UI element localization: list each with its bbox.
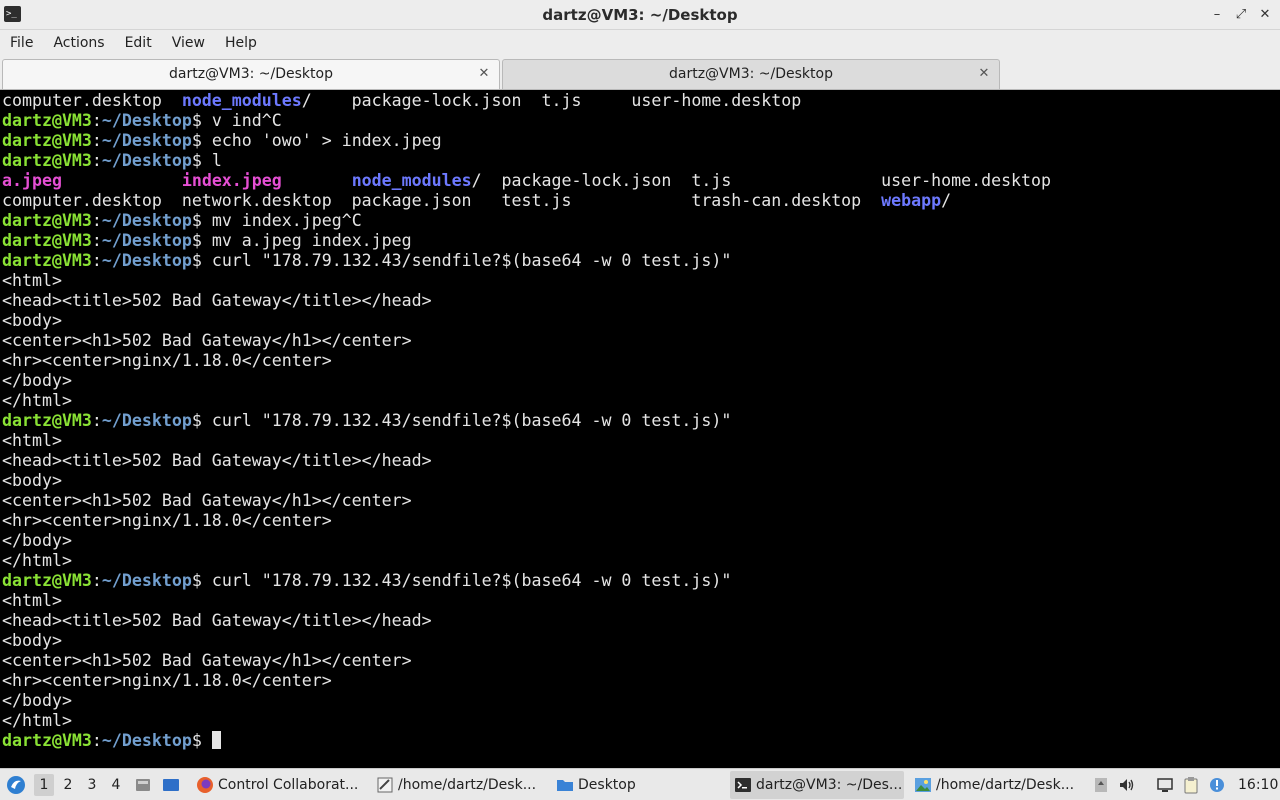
window-controls: – ⤢ ✕ <box>1208 0 1274 30</box>
ls-output-line: computer.desktop node_modules/ package-l… <box>2 91 802 110</box>
tab-bar: dartz@VM3: ~/Desktop ✕ dartz@VM3: ~/Desk… <box>0 56 1280 90</box>
show-desktop-icon[interactable] <box>162 776 180 794</box>
window-title: dartz@VM3: ~/Desktop <box>542 6 738 24</box>
image-viewer-icon <box>915 778 931 792</box>
ls-output-line: computer.desktop network.desktop package… <box>2 191 952 210</box>
workspace-1[interactable]: 1 <box>34 774 54 796</box>
title-bar: >_ dartz@VM3: ~/Desktop – ⤢ ✕ <box>0 0 1280 30</box>
ls-output-line: a.jpeg index.jpeg node_modules/ package-… <box>2 171 1052 190</box>
taskbar: 1 2 3 4 Control Collaborat... /home/dart… <box>0 768 1280 800</box>
task-terminal[interactable]: dartz@VM3: ~/Des... <box>730 771 904 799</box>
output-line: <html> <box>2 431 62 450</box>
menu-help[interactable]: Help <box>215 30 267 56</box>
tab-label: dartz@VM3: ~/Desktop <box>669 66 833 82</box>
file-manager-launcher-icon[interactable] <box>134 776 152 794</box>
output-line: <center><h1>502 Bad Gateway</h1></center… <box>2 651 412 670</box>
menu-edit[interactable]: Edit <box>115 30 162 56</box>
close-button[interactable]: ✕ <box>1256 6 1274 24</box>
text-editor-icon <box>377 777 393 793</box>
text-cursor <box>211 731 221 749</box>
tab-label: dartz@VM3: ~/Desktop <box>169 66 333 82</box>
output-line: <body> <box>2 631 62 650</box>
tab-close-icon[interactable]: ✕ <box>977 60 991 88</box>
firefox-icon <box>197 777 213 793</box>
tab-terminal-2[interactable]: dartz@VM3: ~/Desktop ✕ <box>502 59 1000 89</box>
menu-view[interactable]: View <box>162 30 215 56</box>
output-line: <html> <box>2 271 62 290</box>
task-image-viewer[interactable]: /home/dartz/Desk... <box>910 771 1082 799</box>
prompt-line: dartz@VM3:~/Desktop$ curl "178.79.132.43… <box>2 411 732 430</box>
menu-bar: File Actions Edit View Help <box>0 30 1280 56</box>
terminal-icon <box>735 778 751 792</box>
restore-button[interactable]: ⤢ <box>1232 6 1250 24</box>
minimize-button[interactable]: – <box>1208 6 1226 24</box>
output-line: <head><title>502 Bad Gateway</title></he… <box>2 291 432 310</box>
prompt-line: dartz@VM3:~/Desktop$ mv a.jpeg index.jpe… <box>2 231 412 250</box>
task-label: Control Collaborat... <box>218 777 359 793</box>
menu-file[interactable]: File <box>0 30 43 56</box>
output-line: <center><h1>502 Bad Gateway</h1></center… <box>2 331 412 350</box>
active-prompt-line[interactable]: dartz@VM3:~/Desktop$ <box>2 731 1280 751</box>
task-label: dartz@VM3: ~/Des... <box>756 777 903 793</box>
start-menu-icon[interactable] <box>6 775 26 795</box>
output-line: <body> <box>2 311 62 330</box>
prompt-line: dartz@VM3:~/Desktop$ mv index.jpeg^C <box>2 211 362 230</box>
output-line: <hr><center>nginx/1.18.0</center> <box>2 511 332 530</box>
clipboard-icon[interactable] <box>1182 776 1200 794</box>
terminal-output[interactable]: computer.desktop node_modules/ package-l… <box>0 91 1280 767</box>
output-line: <hr><center>nginx/1.18.0</center> <box>2 671 332 690</box>
workspace-4[interactable]: 4 <box>106 774 126 796</box>
output-line: </html> <box>2 711 72 730</box>
output-line: </html> <box>2 551 72 570</box>
output-line: </body> <box>2 531 72 550</box>
output-line: <center><h1>502 Bad Gateway</h1></center… <box>2 491 412 510</box>
prompt-line: dartz@VM3:~/Desktop$ v ind^C <box>2 111 282 130</box>
output-line: <head><title>502 Bad Gateway</title></he… <box>2 611 432 630</box>
task-label: /home/dartz/Desk... <box>398 777 537 793</box>
volume-icon[interactable] <box>1118 776 1136 794</box>
output-line: </body> <box>2 691 72 710</box>
prompt-line: dartz@VM3:~/Desktop$ l <box>2 151 222 170</box>
prompt-line: dartz@VM3:~/Desktop$ curl "178.79.132.43… <box>2 251 732 270</box>
clock[interactable]: 16:10 <box>1238 769 1278 800</box>
output-line: <body> <box>2 471 62 490</box>
output-line: </html> <box>2 391 72 410</box>
task-text-editor[interactable]: /home/dartz/Desk... <box>372 771 544 799</box>
output-line: <html> <box>2 591 62 610</box>
workspace-3[interactable]: 3 <box>82 774 102 796</box>
workspace-2[interactable]: 2 <box>58 774 78 796</box>
folder-icon <box>557 780 573 791</box>
prompt-line: dartz@VM3:~/Desktop$ echo 'owo' > index.… <box>2 131 442 150</box>
task-label: Desktop <box>578 777 636 793</box>
notification-icon[interactable] <box>1208 776 1226 794</box>
menu-actions[interactable]: Actions <box>43 30 114 56</box>
output-line: </body> <box>2 371 72 390</box>
updates-icon[interactable] <box>1092 776 1110 794</box>
network-icon[interactable] <box>1156 776 1174 794</box>
task-label: /home/dartz/Desk... <box>936 777 1075 793</box>
output-line: <head><title>502 Bad Gateway</title></he… <box>2 451 432 470</box>
prompt-line: dartz@VM3:~/Desktop$ curl "178.79.132.43… <box>2 571 732 590</box>
task-firefox[interactable]: Control Collaborat... <box>192 771 364 799</box>
tab-terminal-1[interactable]: dartz@VM3: ~/Desktop ✕ <box>2 59 500 89</box>
tab-close-icon[interactable]: ✕ <box>477 60 491 88</box>
task-file-manager[interactable]: Desktop <box>552 771 724 799</box>
output-line: <hr><center>nginx/1.18.0</center> <box>2 351 332 370</box>
